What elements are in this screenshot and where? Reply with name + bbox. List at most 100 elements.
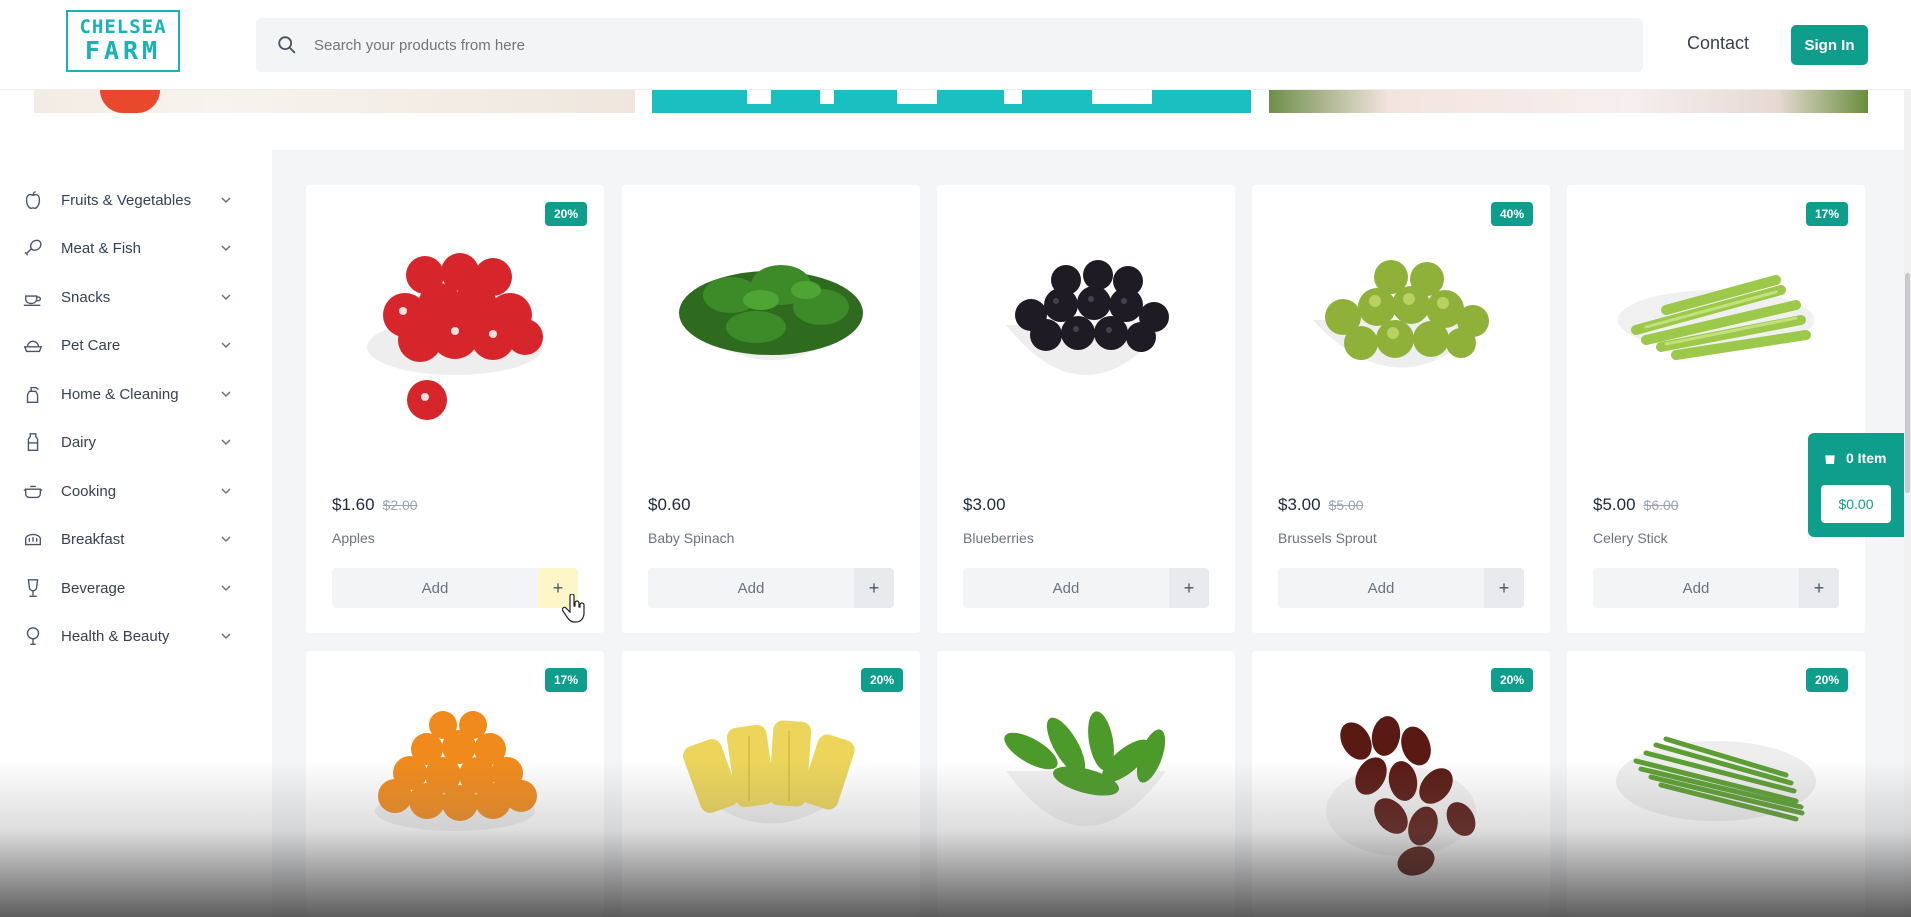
discount-badge: 20% [860,668,903,692]
product-name: Brussels Sprout [1278,530,1377,546]
product-card-green-peppers[interactable] [937,651,1235,917]
sidebar-item-fruits-vegetables[interactable]: Fruits & Vegetables [20,185,232,215]
add-label: Add [1682,579,1710,597]
add-to-cart-button[interactable]: Add + [648,568,894,608]
plus-icon[interactable]: + [1169,568,1209,608]
product-price: $5.00 [1593,495,1636,514]
chevron-down-icon [221,197,231,204]
add-to-cart-button[interactable]: Add + [963,568,1209,608]
scrollbar-thumb[interactable] [1905,273,1910,493]
product-name: Blueberries [963,530,1034,546]
sidebar-item-home-cleaning[interactable]: Home & Cleaning [20,379,232,409]
sidebar-item-label: Meat & Fish [61,239,142,257]
price-row: $3.00 $5.00 [1278,495,1364,515]
product-image-baby-corn [683,720,855,824]
add-label: Add [1052,579,1080,597]
scrollbar-track[interactable] [1904,90,1911,917]
add-to-cart-button[interactable]: Add + [1278,568,1524,608]
product-name: Baby Spinach [648,530,735,546]
banner-tomato-image [100,90,160,113]
add-label: Add [737,579,765,597]
banner-slide-3[interactable] [1269,90,1868,113]
chevron-down-icon [221,391,231,398]
product-price: $3.00 [1278,495,1321,514]
sign-in-button[interactable]: Sign In [1791,25,1868,65]
sidebar-item-dairy[interactable]: Dairy [20,427,232,457]
sidebar-item-label: Pet Care [61,336,121,354]
product-image-brussels-sprout [1313,260,1489,368]
product-card-baby-corn[interactable]: 20% [622,651,920,917]
product-image-green-beans [1616,736,1816,822]
top-header: CHELSEA FARM Contact Sign In [0,0,1911,90]
milk-bottle-icon [20,429,46,455]
banner-slide-1[interactable] [34,90,635,113]
product-card-green-beans[interactable]: 20% [1567,651,1865,917]
product-image-oranges [375,711,537,831]
product-card-apples[interactable]: 20% $1.60 $2.00 Apples Add + [306,185,604,633]
sidebar-item-breakfast[interactable]: Breakfast [20,524,232,554]
chevron-down-icon [221,342,231,349]
sidebar-item-pet-care[interactable]: Pet Care [20,330,232,360]
search-input[interactable] [314,36,1614,54]
pot-icon [20,478,46,504]
logo[interactable]: CHELSEA FARM [66,10,180,72]
floating-cart-button[interactable]: 0 Item $0.00 [1808,433,1904,537]
product-image-green-peppers [1004,711,1166,826]
sidebar-item-label: Breakfast [61,530,125,548]
discount-badge: 20% [1805,668,1848,692]
sidebar-item-label: Dairy [61,433,97,451]
search-bar [256,18,1643,72]
product-card-dates[interactable]: 20% [1252,651,1550,917]
product-old-price: $6.00 [1643,497,1679,513]
chevron-down-icon [221,585,231,592]
product-price: $1.60 [332,495,375,514]
product-card-celery-stick[interactable]: 17% $5.00 $6.00 Celery Stick Add + [1567,185,1865,633]
sidebar-item-snacks[interactable]: Snacks [20,282,232,312]
product-card-baby-spinach[interactable]: $0.60 Baby Spinach Add + [622,185,920,633]
product-card-oranges[interactable]: 17% [306,651,604,917]
cart-item-count: 0 Item [1846,450,1887,466]
discount-badge: 17% [1805,202,1848,226]
price-row: $5.00 $6.00 [1593,495,1679,515]
sidebar-item-beverage[interactable]: Beverage [20,573,232,603]
chevron-down-icon [221,294,231,301]
plus-icon[interactable]: + [1484,568,1524,608]
sidebar-item-label: Beverage [61,579,126,597]
product-old-price: $2.00 [382,497,418,513]
banner-slide-2[interactable] [652,90,1251,113]
chevron-down-icon [221,536,231,543]
sidebar-item-meat-fish[interactable]: Meat & Fish [20,233,232,263]
sidebar-item-label: Cooking [61,482,117,500]
bread-icon [20,526,46,552]
contact-link[interactable]: Contact [1687,33,1749,54]
add-to-cart-button[interactable]: Add + [1593,568,1839,608]
plus-icon[interactable]: + [854,568,894,608]
cart-items: 0 Item [1822,450,1886,466]
discount-badge: 20% [1490,668,1533,692]
discount-badge: 20% [544,202,587,226]
product-image-dates [1326,716,1476,876]
add-to-cart-button[interactable]: Add + [332,568,578,608]
discount-badge: 40% [1490,202,1533,226]
shopping-bag-icon [1825,451,1835,464]
price-row: $3.00 [963,495,1006,515]
product-card-brussels-sprout[interactable]: 40% $3.00 $5.00 Brussels Sprout Add + [1252,185,1550,633]
product-price: $0.60 [648,495,691,514]
spray-bottle-icon [20,381,46,407]
add-label: Add [1367,579,1395,597]
product-card-blueberries[interactable]: $3.00 Blueberries Add + [937,185,1235,633]
chevron-down-icon [221,488,231,495]
discount-badge: 17% [544,668,587,692]
product-name: Celery Stick [1593,530,1668,546]
product-old-price: $5.00 [1328,497,1364,513]
plus-icon[interactable]: + [1799,568,1839,608]
sidebar-item-label: Home & Cleaning [61,385,179,403]
hand-cursor-icon [562,594,585,623]
sidebar-item-health-beauty[interactable]: Health & Beauty [20,621,232,651]
cart-total: $0.00 [1821,485,1891,523]
product-image-celery-stick [1618,275,1814,360]
sidebar-item-cooking[interactable]: Cooking [20,476,232,506]
apple-icon [20,187,46,213]
sidebar-item-label: Fruits & Vegetables [61,191,192,209]
product-image-blueberries [1006,260,1169,375]
